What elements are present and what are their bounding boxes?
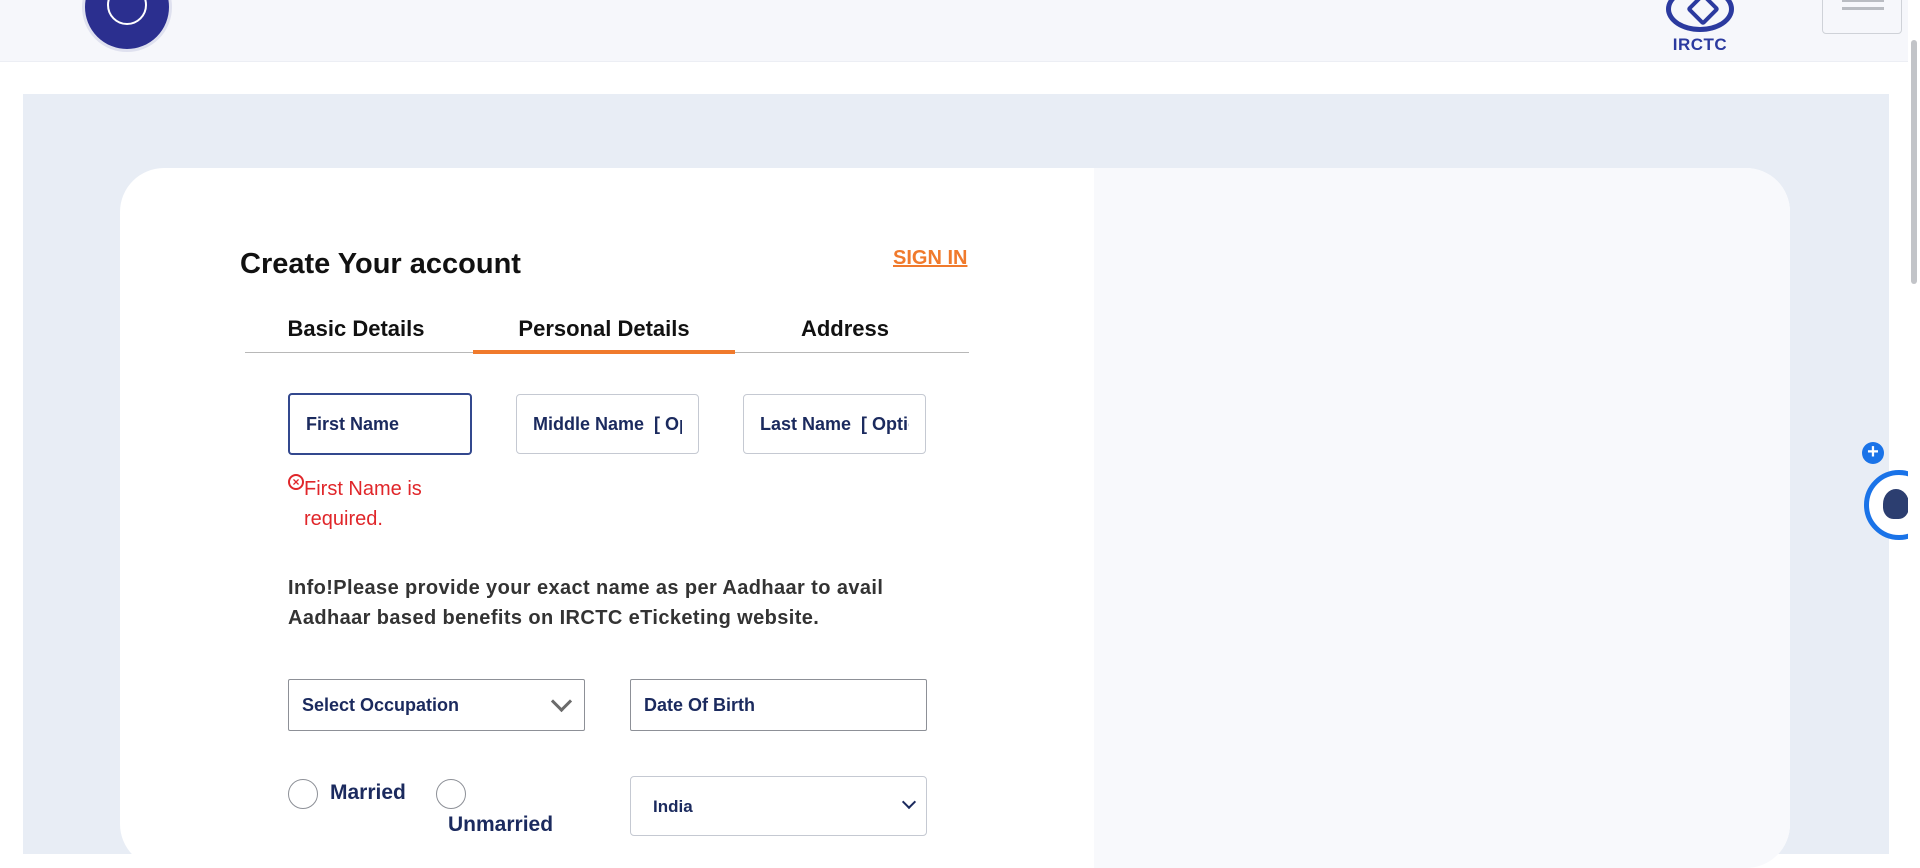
- scrollbar-thumb[interactable]: [1911, 40, 1917, 284]
- form-tabs: Basic Details Personal Details Address: [245, 296, 969, 354]
- indian-railways-emblem-icon[interactable]: [82, 0, 172, 52]
- page-scrollbar[interactable]: [1908, 0, 1920, 846]
- hamburger-menu-icon[interactable]: [1822, 0, 1902, 34]
- page-title: Create Your account: [240, 248, 521, 280]
- unmarried-label[interactable]: Unmarried: [448, 813, 553, 837]
- tab-personal-details[interactable]: Personal Details: [473, 296, 735, 354]
- occupation-select[interactable]: Select Occupation: [288, 679, 585, 731]
- chevron-down-icon: [901, 794, 917, 810]
- date-of-birth-input[interactable]: [630, 679, 927, 731]
- card-side-panel: [1094, 168, 1790, 868]
- error-message: First Name is required.: [304, 478, 422, 530]
- middle-name-input[interactable]: [516, 394, 699, 454]
- unmarried-radio[interactable]: [436, 779, 466, 809]
- plus-icon[interactable]: +: [1862, 442, 1884, 464]
- country-select-value: India: [653, 797, 693, 816]
- country-select[interactable]: India: [630, 776, 927, 836]
- first-name-input[interactable]: [288, 393, 472, 455]
- tab-basic-details[interactable]: Basic Details: [245, 296, 467, 352]
- registration-card: Create Your account SIGN IN Basic Detail…: [120, 168, 1790, 868]
- error-circle-x-icon: ×: [288, 474, 304, 490]
- irctc-logo[interactable]: IRCTC: [1660, 0, 1740, 56]
- chevron-down-icon: [550, 690, 573, 713]
- last-name-input[interactable]: [743, 394, 926, 454]
- aadhaar-info-text: Info!Please provide your exact name as p…: [288, 577, 884, 629]
- married-radio[interactable]: [288, 779, 318, 809]
- irctc-logo-mark-icon: [1666, 0, 1734, 32]
- married-label[interactable]: Married: [330, 781, 406, 805]
- top-header: IRCTC: [0, 0, 1920, 62]
- irctc-logo-text: IRCTC: [1672, 35, 1728, 54]
- sign-in-link[interactable]: SIGN IN: [893, 247, 967, 270]
- occupation-select-label: Select Occupation: [302, 695, 460, 715]
- tab-address[interactable]: Address: [755, 296, 935, 352]
